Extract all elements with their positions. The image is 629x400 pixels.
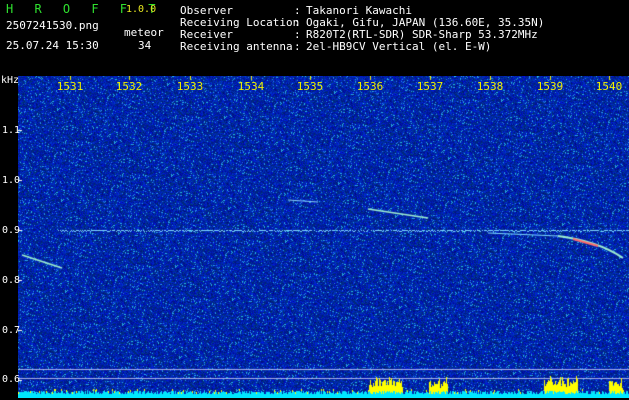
- y-tick-label: 0.7: [2, 325, 21, 336]
- meteor-count: 34: [138, 39, 152, 52]
- x-tick-label: 1532: [115, 80, 143, 93]
- file-name: 2507241530.png: [6, 19, 99, 32]
- info-key-antenna: Receiving antenna: [180, 40, 293, 53]
- x-tick-label: 1534: [237, 80, 265, 93]
- y-tick-label: 1.1: [2, 125, 21, 136]
- date-time: 25.07.24 15:30: [6, 39, 99, 52]
- x-tick-label: 1531: [56, 80, 84, 93]
- x-tick-label: 1537: [416, 80, 444, 93]
- info-sep: :: [294, 40, 301, 53]
- spectrogram-canvas: [18, 76, 629, 398]
- y-axis-unit: kHz: [1, 75, 20, 86]
- x-tick-label: 1535: [296, 80, 324, 93]
- y-tick-label: 0.8: [2, 275, 21, 286]
- y-tick-label: 1.0: [2, 175, 21, 186]
- x-tick-label: 1540: [595, 80, 623, 93]
- y-tick-label: 0.9: [2, 225, 21, 236]
- info-value-antenna: 2el-HB9CV Vertical (el. E-W): [306, 40, 492, 53]
- y-tick-label: 0.6: [2, 374, 21, 385]
- x-tick-label: 1539: [536, 80, 564, 93]
- app-version: 1.0.0: [126, 4, 157, 15]
- x-tick-label: 1538: [476, 80, 504, 93]
- x-tick-label: 1536: [356, 80, 384, 93]
- x-tick-label: 1533: [176, 80, 204, 93]
- meteor-label: meteor: [124, 26, 164, 39]
